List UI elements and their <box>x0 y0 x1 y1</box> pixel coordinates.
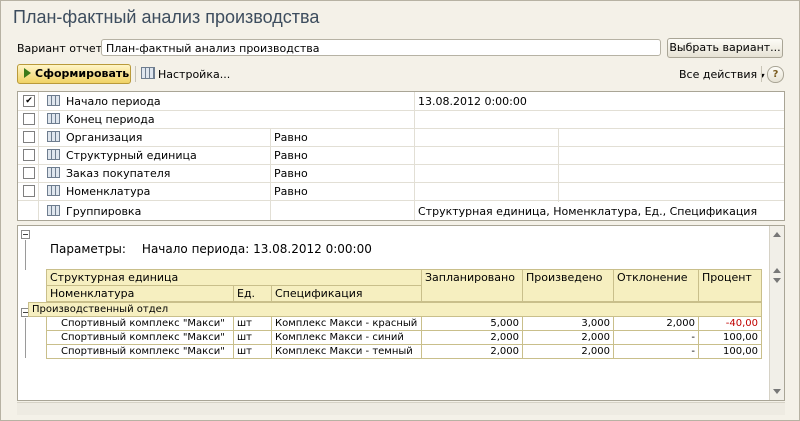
settings-row-name: Начало периода <box>66 95 161 108</box>
header-planned: Запланировано <box>421 269 523 302</box>
settings-row-name: Заказ покупателя <box>66 167 171 180</box>
header-ed: Ед. <box>233 285 272 302</box>
params-label: Параметры: <box>50 242 126 256</box>
scroll-down-icon[interactable] <box>773 278 781 283</box>
table-cell[interactable]: шт <box>233 344 272 359</box>
settings-row-value[interactable]: 13.08.2012 0:00:00 <box>418 95 527 108</box>
table-cell[interactable]: 2,000 <box>613 316 699 331</box>
collapse-icon[interactable] <box>21 230 30 239</box>
table-cell[interactable]: Комплекс Макси - темный <box>271 344 422 359</box>
table-cell[interactable]: шт <box>233 330 272 345</box>
run-report-label: Сформировать <box>35 67 130 80</box>
settings-row-cond[interactable]: Равно <box>274 185 308 198</box>
toolbar-separator <box>135 66 136 82</box>
settings-icon[interactable] <box>141 67 155 79</box>
settings-row[interactable]: Номенклатура Равно <box>18 182 784 201</box>
field-icon <box>47 95 60 106</box>
settings-row[interactable]: Структурный единица Равно <box>18 146 784 165</box>
header-spec: Спецификация <box>271 285 422 302</box>
settings-row-cond[interactable]: Равно <box>274 149 308 162</box>
table-cell[interactable]: 2,000 <box>421 344 523 359</box>
table-cell[interactable]: Комплекс Макси - синий <box>271 330 422 345</box>
table-cell[interactable]: 100,00 <box>698 344 762 359</box>
settings-row-value[interactable]: Структурная единица, Номенклатура, Ед., … <box>418 205 757 218</box>
checkbox[interactable]: ✔ <box>23 95 35 107</box>
checkbox[interactable] <box>23 149 35 161</box>
run-report-button[interactable]: Сформировать <box>17 64 131 84</box>
settings-row-cond[interactable]: Равно <box>274 131 308 144</box>
table-cell[interactable]: 2,000 <box>522 330 614 345</box>
field-icon <box>47 149 60 160</box>
table-cell[interactable]: 3,000 <box>522 316 614 331</box>
table-cell[interactable]: Комплекс Макси - красный <box>271 316 422 331</box>
scroll-down-icon[interactable] <box>773 389 781 394</box>
settings-row[interactable]: Группировка Структурная единица, Номенкл… <box>18 202 784 220</box>
checkbox[interactable] <box>23 167 35 179</box>
table-cell[interactable]: 5,000 <box>421 316 523 331</box>
report-params: Параметры: Начало периода: 13.08.2012 0:0… <box>50 242 372 256</box>
table-cell[interactable]: Спортивный комплекс "Макси" <box>46 316 234 331</box>
field-icon <box>47 113 60 124</box>
header-unit: Структурная единица <box>46 269 422 286</box>
table-cell[interactable]: -40,00 <box>698 316 762 331</box>
header-nomen: Номенклатура <box>46 285 234 302</box>
header-deviation: Отклонение <box>613 269 699 302</box>
table-cell[interactable]: 2,000 <box>421 330 523 345</box>
report-area[interactable]: Параметры: Начало периода: 13.08.2012 0:0… <box>17 225 785 401</box>
vertical-scrollbar[interactable] <box>769 226 784 400</box>
choose-variant-button[interactable]: Выбрать вариант... <box>667 38 783 58</box>
settings-button[interactable]: Настройка... <box>158 68 230 81</box>
toolbar-separator-2 <box>761 66 762 82</box>
settings-row[interactable]: ✔ Начало периода 13.08.2012 0:00:00 <box>18 92 784 111</box>
params-value: Начало периода: 13.08.2012 0:00:00 <box>141 242 372 256</box>
header-produced: Произведено <box>522 269 614 302</box>
field-icon <box>47 131 60 142</box>
variant-field[interactable]: План-фактный анализ производства <box>101 39 661 56</box>
table-cell[interactable]: 2,000 <box>522 344 614 359</box>
field-icon <box>47 205 60 216</box>
all-actions-label: Все действия <box>679 68 758 81</box>
checkbox[interactable] <box>23 131 35 143</box>
settings-row-name: Конец периода <box>66 113 155 126</box>
table-cell[interactable]: - <box>613 344 699 359</box>
window-title: План-фактный анализ производства <box>13 7 320 27</box>
settings-row[interactable]: Заказ покупателя Равно <box>18 164 784 183</box>
settings-row-name: Номенклатура <box>66 185 151 198</box>
settings-row-name: Группировка <box>66 205 142 218</box>
field-icon <box>47 167 60 178</box>
settings-table: ✔ Начало периода 13.08.2012 0:00:00 Коне… <box>17 91 785 221</box>
checkbox[interactable] <box>23 113 35 125</box>
table-cell[interactable]: шт <box>233 316 272 331</box>
scroll-up-icon[interactable] <box>773 268 781 273</box>
help-icon[interactable]: ? <box>767 66 784 83</box>
settings-row[interactable]: Конец периода <box>18 110 784 129</box>
table-cell[interactable]: - <box>613 330 699 345</box>
settings-row-cond[interactable]: Равно <box>274 167 308 180</box>
report-window: План-фактный анализ производства Вариант… <box>0 0 800 421</box>
table-cell[interactable]: Спортивный комплекс "Макси" <box>46 330 234 345</box>
settings-row-name: Структурный единица <box>66 149 197 162</box>
settings-row-name: Организация <box>66 131 143 144</box>
group-line <box>25 240 26 270</box>
all-actions-menu[interactable]: Все действия ▾ <box>679 68 765 81</box>
variant-label: Вариант отчета: <box>17 42 113 55</box>
table-cell[interactable]: 100,00 <box>698 330 762 345</box>
table-cell[interactable]: Спортивный комплекс "Макси" <box>46 344 234 359</box>
header-percent: Процент <box>698 269 762 302</box>
scroll-up-icon[interactable] <box>773 232 781 237</box>
field-icon <box>47 185 60 196</box>
play-icon <box>24 68 31 78</box>
group-line <box>25 318 26 358</box>
group-row[interactable]: Производственный отдел <box>28 302 762 317</box>
checkbox[interactable] <box>23 185 35 197</box>
settings-row[interactable]: Организация Равно <box>18 128 784 147</box>
horizontal-scrollbar[interactable] <box>17 402 785 415</box>
